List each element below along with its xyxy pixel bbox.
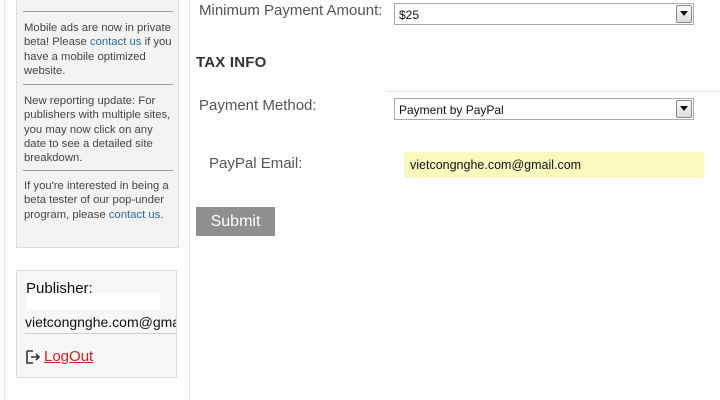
- news-item-mobile-ads: Mobile ads are now in private beta! Plea…: [24, 21, 176, 78]
- tax-info-heading: TAX INFO: [196, 54, 267, 71]
- news-divider: [23, 84, 173, 85]
- publisher-email: vietcongnghe.com@gmail.com: [25, 314, 176, 330]
- publisher-box: Publisher: vietcongnghe.com@gmail.com Lo…: [16, 270, 177, 378]
- minimum-payment-value: $25: [399, 8, 420, 22]
- sidebar-edge-line: [4, 0, 5, 400]
- chevron-down-icon[interactable]: [676, 100, 692, 118]
- contact-us-link[interactable]: contact us: [90, 36, 142, 48]
- news-item-beta-tester: If you're interested in being a beta tes…: [24, 179, 176, 222]
- minimum-payment-select[interactable]: $25: [394, 3, 694, 25]
- chevron-down-icon[interactable]: [676, 5, 692, 23]
- logout-icon[interactable]: [25, 349, 41, 365]
- paypal-email-label: PayPal Email:: [209, 155, 303, 172]
- payment-settings-form: Minimum Payment Amount: $25 TAX INFO Pay…: [191, 0, 720, 400]
- news-divider: [23, 11, 173, 12]
- minimum-payment-label: Minimum Payment Amount:: [199, 2, 383, 19]
- payment-method-select[interactable]: Payment by PayPal: [394, 98, 694, 120]
- section-divider: [386, 91, 720, 92]
- news-item-reporting-update: New reporting update: For publishers wit…: [24, 94, 176, 165]
- news-text: New reporting update: For publishers wit…: [24, 95, 171, 165]
- news-text: .: [160, 208, 164, 221]
- publisher-name-redaction: [26, 293, 160, 309]
- paypal-email-input[interactable]: [404, 152, 704, 178]
- publisher-divider: [25, 333, 176, 334]
- payment-method-label: Payment Method:: [199, 97, 317, 114]
- contact-us-link[interactable]: contact us: [109, 209, 161, 221]
- sidebar: Mobile ads are now in private beta! Plea…: [0, 0, 190, 400]
- logout-row[interactable]: LogOut: [25, 348, 93, 365]
- logout-link[interactable]: LogOut: [44, 348, 93, 365]
- payment-method-value: Payment by PayPal: [399, 103, 504, 117]
- submit-button[interactable]: Submit: [196, 207, 275, 236]
- news-box: Mobile ads are now in private beta! Plea…: [16, 0, 179, 248]
- news-divider: [23, 170, 173, 171]
